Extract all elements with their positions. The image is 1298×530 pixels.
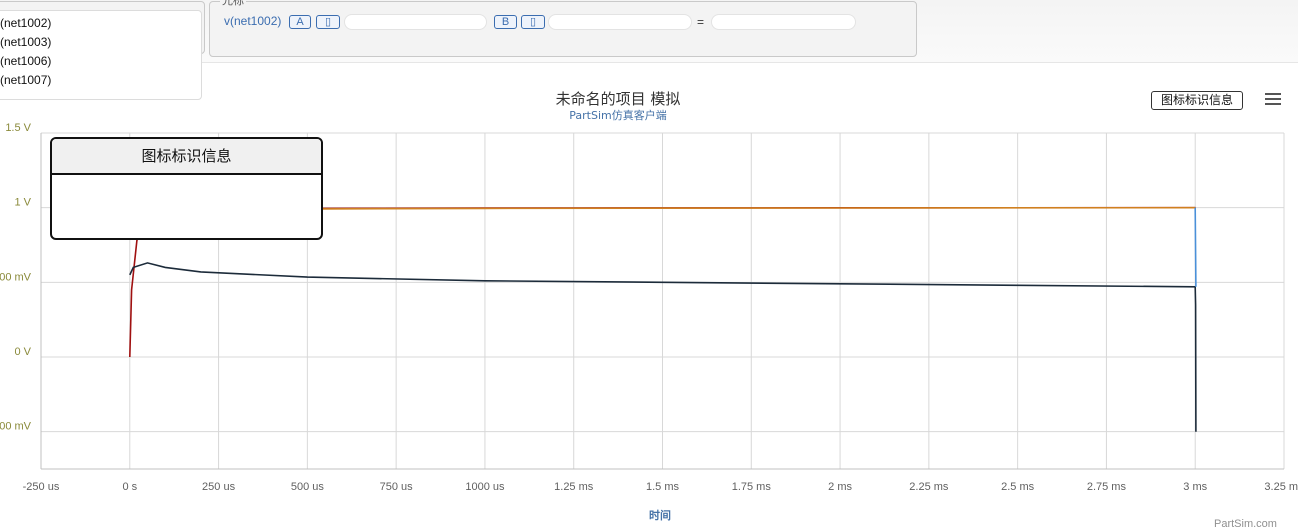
legend-popup-title: 图标标识信息: [52, 139, 321, 175]
x-tick-label: 1.25 ms: [554, 481, 594, 493]
x-tick-label: 0 s: [122, 481, 137, 493]
x-tick-label: -250 us: [23, 481, 60, 493]
y-tick-label: 0 V: [14, 346, 31, 358]
y-tick-label: 1.5 V: [5, 122, 31, 134]
x-tick-label: 2.5 ms: [1001, 481, 1035, 493]
x-tick-label: 2.75 ms: [1087, 481, 1127, 493]
x-tick-label: 1000 us: [465, 481, 505, 493]
x-tick-label: 500 us: [291, 481, 325, 493]
y-tick-label: -500 mV: [0, 421, 32, 433]
x-tick-label: 750 us: [380, 481, 414, 493]
y-tick-label: 500 mV: [0, 271, 32, 283]
x-tick-label: 1.75 ms: [732, 481, 772, 493]
x-tick-label: 2 ms: [828, 481, 852, 493]
x-tick-label: 3.25 ms: [1264, 481, 1298, 493]
x-tick-label: 1.5 ms: [646, 481, 680, 493]
legend-popup: 图标标识信息: [50, 137, 323, 240]
x-tick-label: 3 ms: [1183, 481, 1207, 493]
chart-plot[interactable]: -250 us 0 s 250 us 500 us 750 us 1000 us 1.25 …: [0, 0, 1298, 528]
series-line-3: [1194, 207, 1197, 287]
x-tick-label: 250 us: [202, 481, 236, 493]
y-tick-label: 1 V: [14, 197, 31, 209]
x-axis-title: 时间: [649, 509, 671, 522]
credit-link[interactable]: PartSim.com: [1214, 518, 1277, 530]
x-tick-label: 2.25 ms: [909, 481, 949, 493]
